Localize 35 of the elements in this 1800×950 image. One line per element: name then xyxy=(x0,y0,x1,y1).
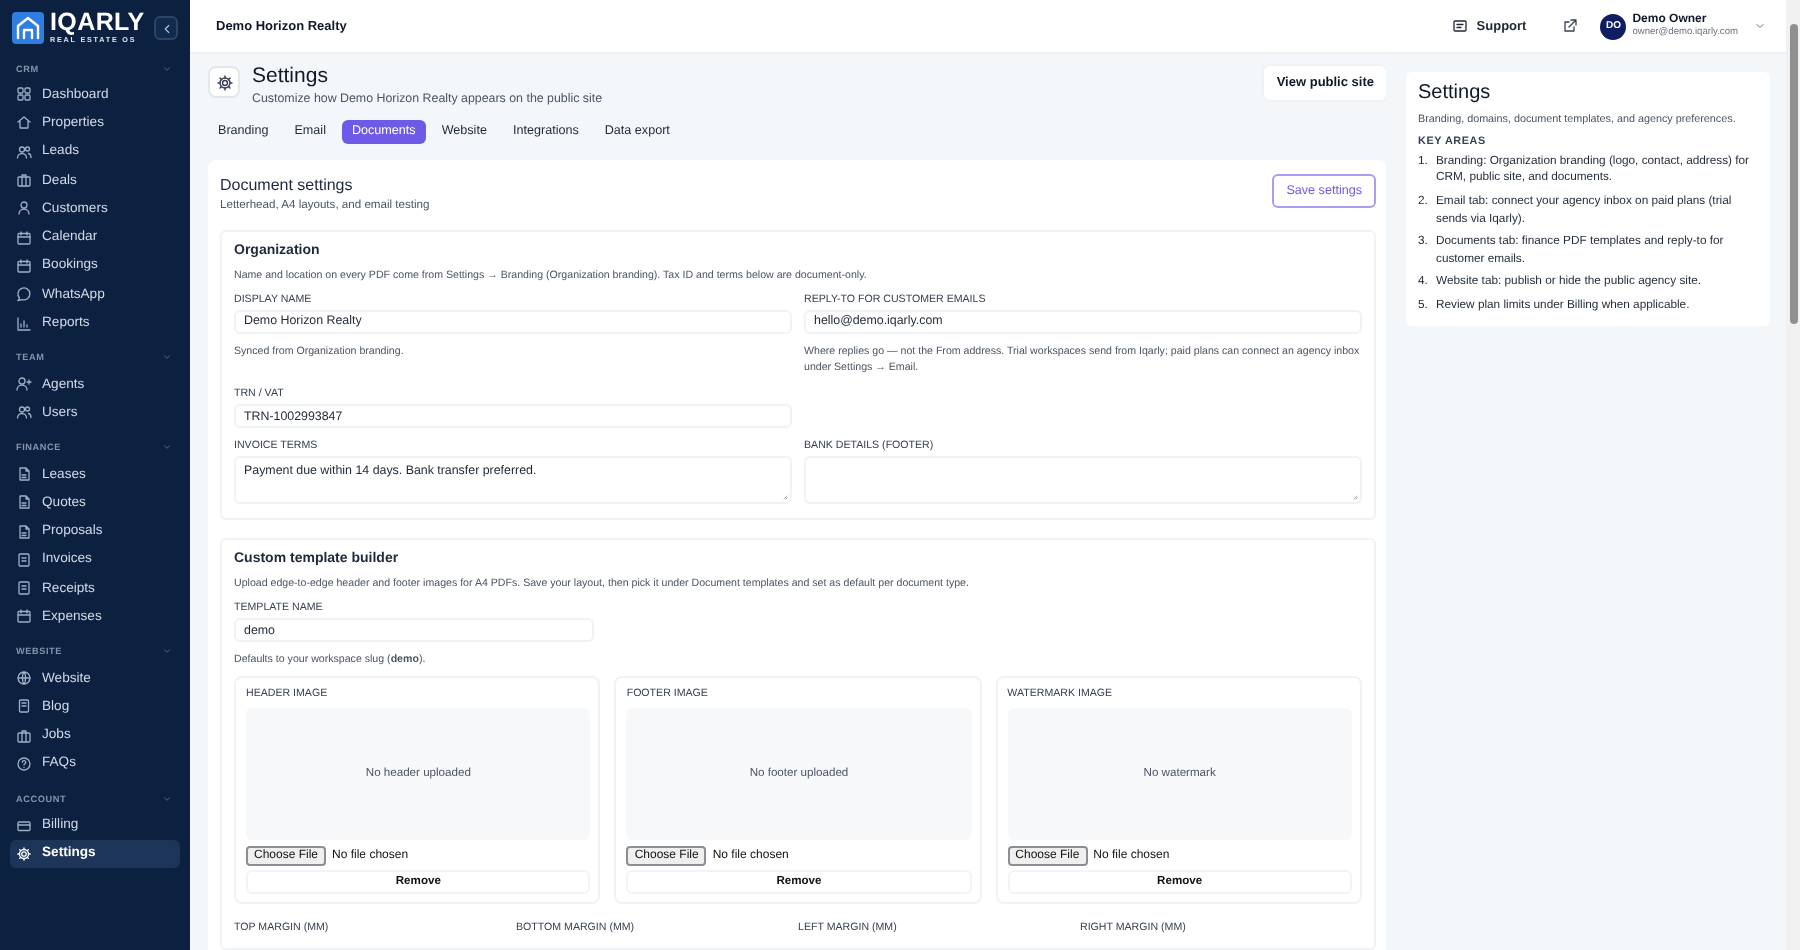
briefcase-icon xyxy=(16,172,32,189)
document-icon xyxy=(16,523,32,540)
receipt-icon xyxy=(16,580,32,597)
panel-title: Settings xyxy=(1418,82,1493,104)
collapse-button[interactable] xyxy=(154,16,178,40)
receipt-icon xyxy=(16,551,32,568)
external-link-button[interactable] xyxy=(1560,16,1581,36)
settings-icon xyxy=(215,73,233,91)
section-title: Document settings xyxy=(220,175,355,194)
book-icon xyxy=(16,698,32,715)
external-link-icon xyxy=(1562,18,1579,34)
people-icon xyxy=(16,404,32,421)
calendar-icon xyxy=(16,229,32,246)
house-icon xyxy=(16,114,32,131)
document-icon xyxy=(16,466,32,482)
person-icon xyxy=(16,200,32,217)
question-icon xyxy=(16,755,32,772)
document-icon xyxy=(16,494,32,511)
message-icon xyxy=(1452,18,1469,34)
add-person-icon xyxy=(16,376,32,393)
settings-icon xyxy=(16,845,32,862)
chevron-down-icon xyxy=(1754,20,1766,32)
page-title: Settings xyxy=(252,64,330,90)
chat-icon xyxy=(16,286,32,303)
chevron-left-icon xyxy=(159,21,173,35)
card-icon xyxy=(16,817,32,834)
people-icon xyxy=(16,143,32,160)
globe-icon xyxy=(16,670,32,687)
calendar-icon xyxy=(16,257,32,274)
chart-icon xyxy=(16,315,32,332)
logo-icon xyxy=(12,12,44,44)
calendar-icon xyxy=(16,608,32,625)
brand-name: IQARLY xyxy=(50,10,145,36)
grid-icon xyxy=(16,86,32,103)
briefcase-icon xyxy=(16,727,32,744)
